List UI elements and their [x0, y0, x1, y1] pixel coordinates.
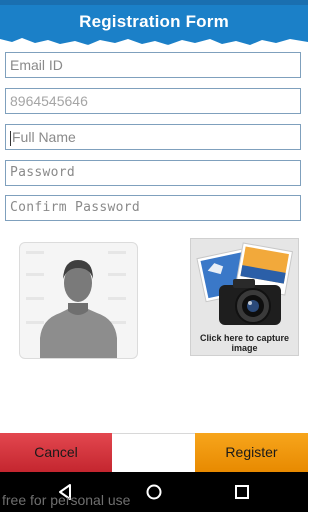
home-icon[interactable]	[142, 480, 166, 504]
text-cursor	[10, 130, 11, 146]
capture-image-button[interactable]: Click here to capture image	[190, 238, 299, 356]
header-torn-edge	[0, 38, 308, 45]
confirm-password-field[interactable]: Confirm Password	[5, 195, 301, 221]
watermark-text: free for personal use	[2, 492, 131, 508]
button-gap	[112, 433, 195, 472]
full-name-field[interactable]: Full Name	[5, 124, 301, 150]
password-field[interactable]: Password	[5, 160, 301, 186]
recents-icon[interactable]	[230, 480, 254, 504]
capture-caption-line1: Click here to capture	[199, 333, 290, 343]
cancel-button[interactable]: Cancel	[0, 433, 112, 472]
profile-photo[interactable]	[19, 242, 138, 359]
capture-caption: Click here to capture image	[191, 333, 298, 353]
page-title: Registration Form	[79, 12, 229, 31]
person-silhouette-icon	[26, 251, 126, 358]
capture-caption-line2: image	[231, 343, 258, 353]
phone-field[interactable]: 8964545646	[5, 88, 301, 114]
app-header: Registration Form	[0, 5, 308, 45]
full-name-placeholder: Full Name	[12, 129, 76, 145]
email-field[interactable]: Email ID	[5, 52, 301, 78]
camera-icon	[196, 242, 294, 325]
register-button[interactable]: Register	[195, 433, 308, 472]
